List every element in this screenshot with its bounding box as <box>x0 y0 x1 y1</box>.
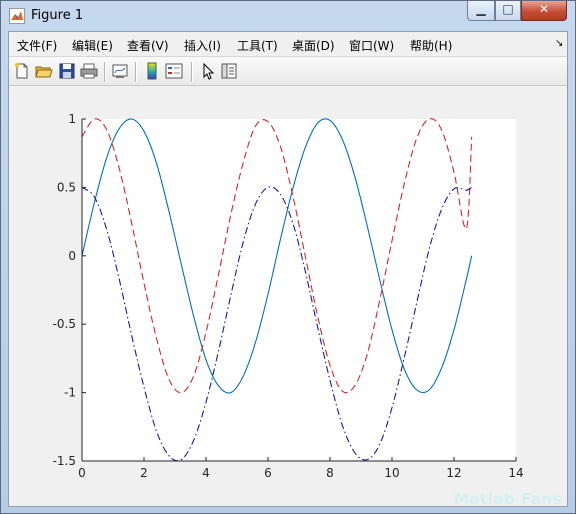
link-plot-icon[interactable] <box>111 62 129 80</box>
x-tick-label: 10 <box>384 466 399 480</box>
toolbar-separator <box>135 62 137 82</box>
menu-tools[interactable]: 工具(T) <box>237 37 278 54</box>
maximize-button[interactable]: □ <box>495 1 521 21</box>
menu-view[interactable]: 查看(V) <box>127 37 169 54</box>
x-tick-label: 14 <box>508 466 523 480</box>
line-chart: 0 2 4 6 8 10 12 14 1 0.5 0 -0.5 -1 -1.5 <box>53 112 524 480</box>
menu-edit[interactable]: 编辑(E) <box>72 37 113 54</box>
y-tick-label: 0.5 <box>57 180 76 194</box>
x-tick-label: 6 <box>264 466 272 480</box>
figure-window: Figure 1 ▁ □ ✕ 文件(F) 编辑(E) 查看(V) 插入(I) 工… <box>0 0 576 514</box>
x-tick-label: 0 <box>78 466 86 480</box>
title-bar[interactable]: Figure 1 ▁ □ ✕ <box>1 1 575 31</box>
figure-canvas: 0 2 4 6 8 10 12 14 1 0.5 0 -0.5 -1 -1.5 <box>9 86 567 506</box>
edit-pointer-icon[interactable] <box>199 62 217 80</box>
y-tick-label: 1 <box>68 112 76 126</box>
watermark-text: Matlab Fans <box>454 490 563 508</box>
figure-toolbar <box>9 56 567 86</box>
legend-icon[interactable] <box>165 62 183 80</box>
menu-window[interactable]: 窗口(W) <box>349 37 394 54</box>
close-button[interactable]: ✕ <box>521 1 567 21</box>
menu-desktop[interactable]: 桌面(D) <box>292 37 335 54</box>
open-file-icon[interactable] <box>35 62 53 80</box>
plot-area[interactable] <box>82 119 516 461</box>
toolbar-separator <box>191 62 193 82</box>
close-icon: ✕ <box>538 2 550 16</box>
property-inspector-icon[interactable] <box>220 62 238 80</box>
x-tick-label: 12 <box>446 466 461 480</box>
toolbar-separator <box>104 62 106 82</box>
y-tick-label: -0.5 <box>53 317 76 331</box>
x-tick-label: 2 <box>140 466 148 480</box>
maximize-icon: □ <box>502 2 514 16</box>
x-tick-label: 4 <box>202 466 210 480</box>
y-tick-label: -1.5 <box>53 454 76 468</box>
x-tick-label: 8 <box>326 466 334 480</box>
y-tick-label: 0 <box>68 249 76 263</box>
minimize-button[interactable]: ▁ <box>467 1 495 21</box>
menu-insert[interactable]: 插入(I) <box>184 37 221 54</box>
window-title: Figure 1 <box>31 8 84 23</box>
new-figure-icon[interactable] <box>13 62 31 80</box>
menu-file[interactable]: 文件(F) <box>17 37 57 54</box>
minimize-icon: ▁ <box>476 2 486 16</box>
matlab-logo-icon <box>9 8 25 24</box>
print-icon[interactable] <box>80 62 98 80</box>
menu-bar: 文件(F) 编辑(E) 查看(V) 插入(I) 工具(T) 桌面(D) 窗口(W… <box>9 32 567 56</box>
save-icon[interactable] <box>58 62 76 80</box>
colorbar-icon[interactable] <box>143 62 161 80</box>
menu-help[interactable]: 帮助(H) <box>410 37 452 54</box>
y-tick-label: -1 <box>64 386 76 400</box>
figure-client: 文件(F) 编辑(E) 查看(V) 插入(I) 工具(T) 桌面(D) 窗口(W… <box>8 31 568 507</box>
menu-overflow-icon[interactable]: ↘ <box>555 38 563 49</box>
